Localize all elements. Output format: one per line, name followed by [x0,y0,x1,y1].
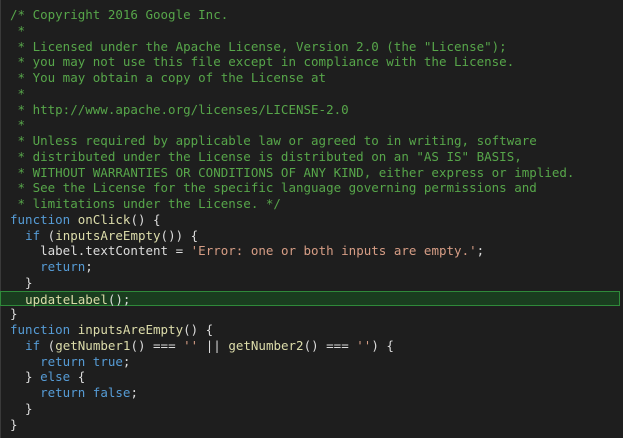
code-line[interactable]: * you may not use this file except in co… [10,54,515,70]
code-line[interactable]: if (inputsAreEmpty()) { [10,228,198,244]
code-token: label. [10,243,86,259]
code-line[interactable]: function inputsAreEmpty() { [10,322,213,338]
code-line[interactable]: if (getNumber1() === '' || getNumber2() … [10,338,394,354]
comment-text: * [10,22,26,38]
code-token: '' [183,337,199,353]
code-line[interactable]: * http://www.apache.org/licenses/LICENSE… [10,102,349,118]
comment-text: * [10,85,26,101]
comment-text: * [10,117,26,133]
code-token: ()) { [160,227,199,243]
code-line[interactable]: /* Copyright 2016 Google Inc. [10,7,228,23]
code-line[interactable]: * [10,117,26,133]
code-line[interactable]: } else { [10,369,85,385]
code-line-highlighted[interactable]: updateLabel(); [0,290,620,307]
code-token: if [25,227,41,243]
comment-text: * http://www.apache.org/licenses/LICENSE… [10,101,349,117]
code-token: () === [130,337,184,353]
code-line[interactable]: * [10,85,26,102]
code-token: inputsAreEmpty [77,322,184,337]
code-line[interactable]: } [10,401,33,417]
code-token: textContent [85,243,169,259]
code-token: getNumber1 [55,337,131,353]
code-token: } [10,416,18,432]
code-line[interactable]: * limitations under the License. */ [10,196,281,212]
code-token: ) { [371,337,394,353]
code-token: function [10,322,71,337]
gutter-border [0,0,1,438]
code-token: } [10,400,33,416]
code-token: } [10,306,18,322]
code-token: 'Error: one or both inputs are empty.' [190,243,477,259]
code-editor[interactable]: /* Copyright 2016 Google Inc. * * Licens… [0,0,623,438]
code-token: ( [40,337,56,353]
comment-text: * distributed under the License is distr… [10,148,522,164]
code-token: } [10,274,33,290]
code-line[interactable]: return true; [10,354,130,370]
code-line[interactable]: } [10,417,18,433]
code-token: true [92,353,123,369]
comment-text: * WITHOUT WARRANTIES OR CONDITIONS OF AN… [10,164,575,180]
code-token: return [40,353,86,369]
code-line[interactable]: } [10,306,18,322]
code-token: '' [356,337,372,353]
code-token: updateLabel [25,291,108,307]
code-line[interactable]: * See the License for the specific langu… [10,180,537,196]
code-line[interactable]: return; [10,259,93,275]
comment-text: * limitations under the License. */ [10,196,281,211]
code-token: ( [40,227,56,243]
comment-text: * you may not use this file except in co… [10,54,515,70]
code-line[interactable]: function onClick() { [10,212,161,228]
code-token: inputsAreEmpty [55,227,161,243]
comment-text: /* Copyright 2016 Google Inc. [10,7,229,22]
code-line[interactable]: * Licensed under the Apache License, Ver… [10,39,507,55]
code-token: () { [183,322,214,337]
comment-text: * Unless required by applicable law or a… [10,133,537,148]
code-token: onClick [77,211,131,227]
code-token: } [10,369,41,385]
code-line[interactable]: * distributed under the License is distr… [10,149,522,165]
comment-text: * Licensed under the Apache License, Ver… [10,38,507,54]
code-token: getNumber2 [228,337,304,353]
code-line[interactable]: } [10,275,33,291]
code-token: = [168,243,191,259]
code-token: else [40,369,71,385]
code-line[interactable]: * WITHOUT WARRANTIES OR CONDITIONS OF AN… [10,164,575,181]
code-token: return [40,259,86,274]
code-token: ; [130,385,138,400]
code-token: return [40,385,86,400]
code-token: (); [107,291,131,307]
code-token: () === [303,337,357,353]
code-line[interactable]: * You may obtain a copy of the License a… [10,70,327,86]
code-token: { [70,369,86,385]
code-token: if [25,337,41,353]
code-token: false [92,385,131,400]
comment-text: * See the License for the specific langu… [10,180,537,196]
code-line[interactable]: return false; [10,385,138,401]
code-line[interactable]: * [10,22,26,39]
code-token: function [10,211,71,227]
comment-text: * You may obtain a copy of the License a… [10,70,327,85]
code-line[interactable]: * Unless required by applicable law or a… [10,133,537,149]
code-line[interactable]: label.textContent = 'Error: one or both … [10,243,484,259]
code-token: () { [130,211,161,227]
code-token: ; [122,353,131,369]
code-token: || [198,337,229,353]
code-token: ; [85,259,93,274]
code-token: ; [476,243,485,259]
